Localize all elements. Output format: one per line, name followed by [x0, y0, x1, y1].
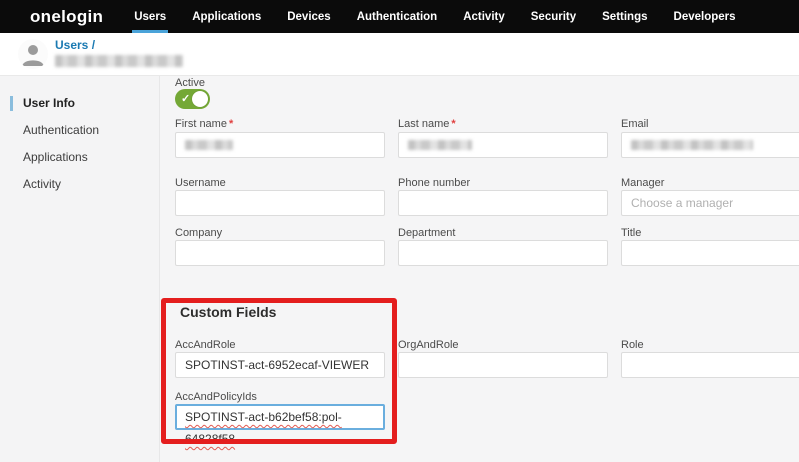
department-label: Department [398, 227, 455, 239]
sidebar-item-user-info[interactable]: User Info [0, 90, 159, 117]
required-asterisk: * [229, 118, 233, 130]
last-name-label: Last name* [398, 118, 456, 130]
nav-item-activity[interactable]: Activity [463, 0, 505, 33]
accandrole-label: AccAndRole [175, 339, 236, 351]
manager-label: Manager [621, 177, 664, 189]
email-input[interactable] [621, 132, 799, 158]
nav-item-users[interactable]: Users [134, 0, 166, 33]
required-asterisk: * [451, 118, 455, 130]
redacted-first-name-value [185, 140, 233, 150]
username-label: Username [175, 177, 226, 189]
body-area: User Info Authentication Applications Ac… [0, 76, 799, 462]
department-input[interactable] [398, 240, 608, 266]
organdrole-label: OrgAndRole [398, 339, 459, 351]
sidebar-item-applications[interactable]: Applications [0, 144, 159, 171]
nav-item-developers[interactable]: Developers [674, 0, 736, 33]
nav-item-settings[interactable]: Settings [602, 0, 647, 33]
phone-number-input[interactable] [398, 190, 608, 216]
title-label: Title [621, 227, 641, 239]
company-input[interactable] [175, 240, 385, 266]
accandrole-input[interactable] [175, 352, 385, 378]
redacted-last-name-value [408, 140, 472, 150]
nav-item-applications[interactable]: Applications [192, 0, 261, 33]
sidebar-item-authentication[interactable]: Authentication [0, 117, 159, 144]
top-nav-items: Users Applications Devices Authenticatio… [134, 0, 735, 33]
last-name-input[interactable] [398, 132, 608, 158]
accandpolicyids-label: AccAndPolicyIds [175, 391, 257, 403]
role-label: Role [621, 339, 644, 351]
toggle-knob [192, 91, 208, 107]
email-label: Email [621, 118, 649, 130]
top-nav-bar: onelogin Users Applications Devices Auth… [0, 0, 799, 33]
onelogin-admin-page: onelogin Users Applications Devices Auth… [0, 0, 799, 462]
user-avatar-icon [18, 39, 48, 69]
first-name-input[interactable] [175, 132, 385, 158]
first-name-label: First name* [175, 118, 233, 130]
user-info-form: Active ✓ First name* Last name* Email Us… [160, 76, 799, 462]
company-label: Company [175, 227, 222, 239]
nav-item-devices[interactable]: Devices [287, 0, 330, 33]
active-toggle-label: Active [175, 77, 205, 89]
nav-item-security[interactable]: Security [531, 0, 576, 33]
redacted-user-name [55, 55, 183, 67]
page-header: Users / [0, 33, 799, 76]
title-input[interactable] [621, 240, 799, 266]
sidebar: User Info Authentication Applications Ac… [0, 76, 160, 462]
nav-item-authentication[interactable]: Authentication [357, 0, 438, 33]
custom-fields-heading: Custom Fields [180, 304, 276, 320]
username-input[interactable] [175, 190, 385, 216]
onelogin-logo[interactable]: onelogin [30, 7, 103, 27]
manager-input[interactable] [621, 190, 799, 216]
sidebar-item-activity[interactable]: Activity [0, 171, 159, 198]
active-toggle[interactable]: ✓ [175, 89, 210, 109]
role-input[interactable] [621, 352, 799, 378]
accandpolicyids-value: SPOTINST-act-b62bef58:pol-64828f58 [185, 410, 342, 446]
breadcrumb-users-link[interactable]: Users / [55, 38, 95, 52]
check-icon: ✓ [181, 92, 190, 106]
redacted-email-value [631, 140, 753, 150]
phone-number-label: Phone number [398, 177, 470, 189]
organdrole-input[interactable] [398, 352, 608, 378]
accandpolicyids-input[interactable]: SPOTINST-act-b62bef58:pol-64828f58 [175, 404, 385, 430]
